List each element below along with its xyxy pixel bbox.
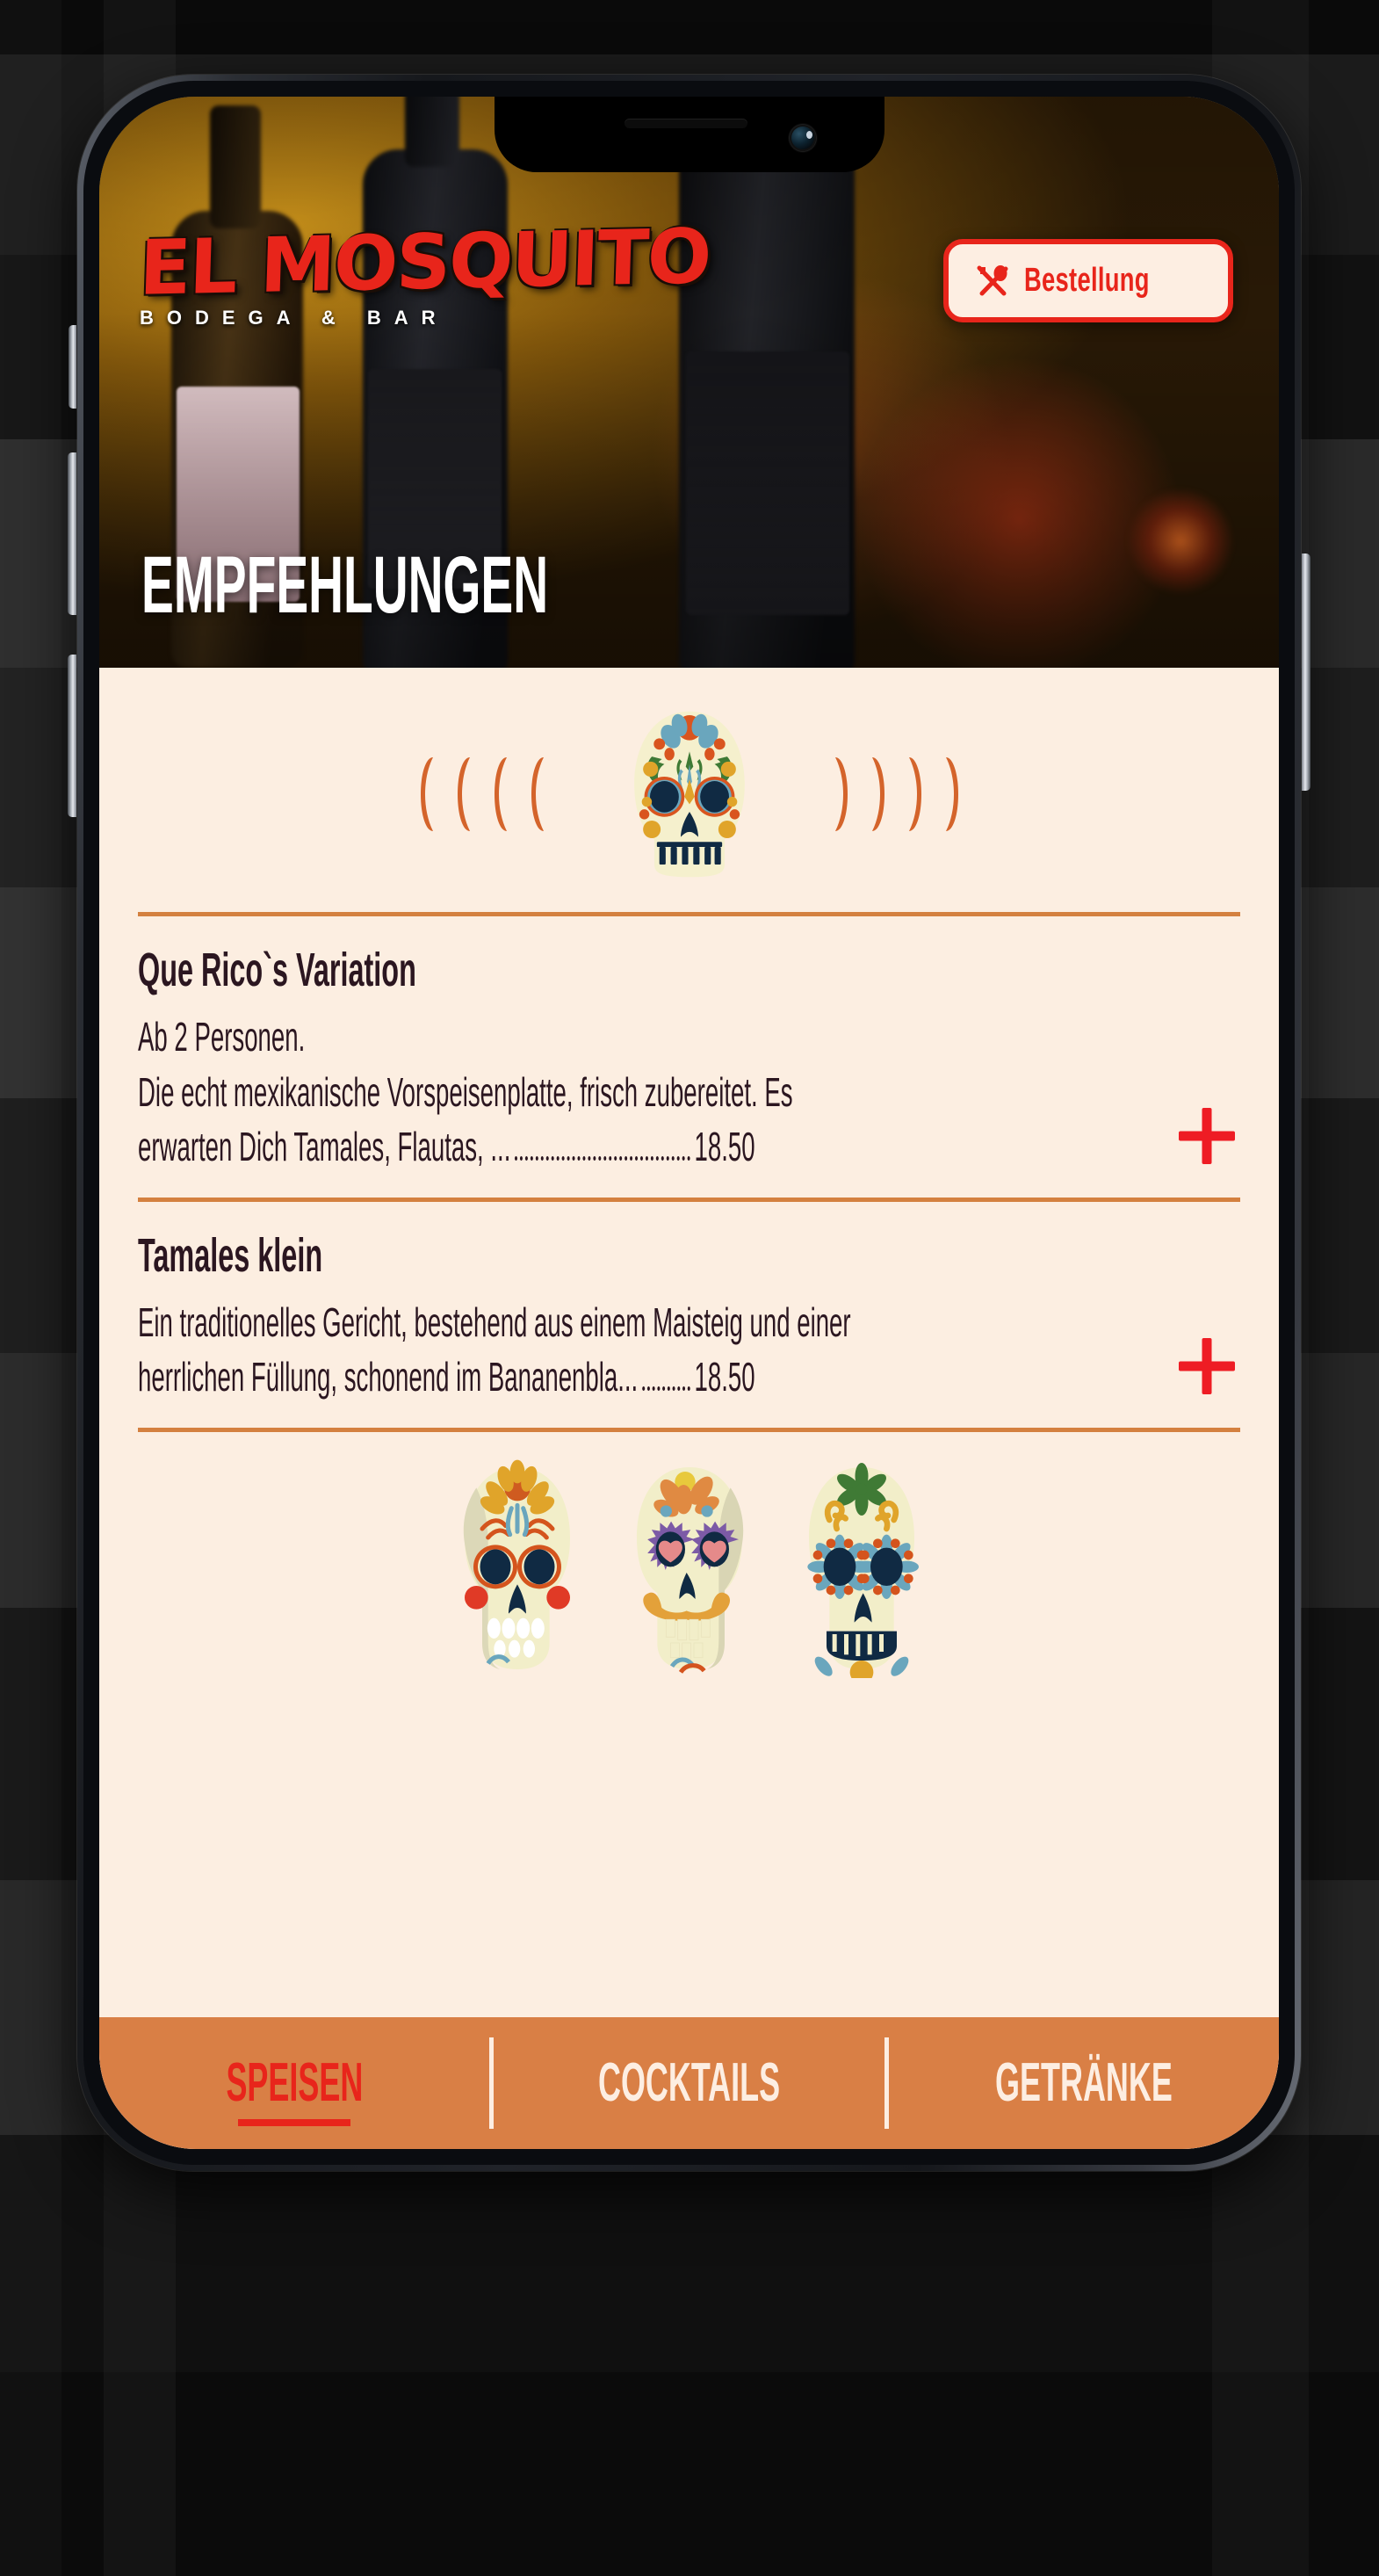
chevron-right-triple-icon <box>871 757 884 831</box>
sugar-skull-flower-icon <box>463 1459 570 1669</box>
chevron-right-triple-icon <box>834 757 848 831</box>
silent-switch-button[interactable] <box>69 325 76 409</box>
menu-item-description: Ab 2 Personen. Die echt mexikanische Vor… <box>138 1009 1166 1175</box>
leader-dots <box>515 1156 690 1161</box>
tab-speisen-label: SPEISEN <box>226 2052 364 2113</box>
chevron-left-triple-icon <box>457 757 470 831</box>
menu-item-desc-line: Ein traditionelles Gericht, bestehend au… <box>138 1299 851 1345</box>
phone-bezel: EL MOSQUITO BODEGA & BAR Bestellung EMPF… <box>83 81 1295 2165</box>
menu-item-desc-line: herrlichen Füllung, schonend im Bananenb… <box>138 1350 755 1405</box>
category-carousel <box>99 668 1279 912</box>
menu-item-price: 18.50 <box>694 1354 755 1400</box>
volume-down-button[interactable] <box>68 655 76 817</box>
menu-item-desc-tail: herrlichen Füllung, schonend im Bananenb… <box>138 1354 639 1400</box>
tab-active-indicator <box>238 2119 351 2126</box>
earpiece-speaker <box>624 119 747 128</box>
menu-item-name: Que Rico`s Variation <box>138 944 416 996</box>
menu-item-description: Ein traditionelles Gericht, bestehend au… <box>138 1295 1166 1405</box>
hero-banner: EL MOSQUITO BODEGA & BAR Bestellung EMPF… <box>99 97 1279 668</box>
chevron-left-triple-icon <box>531 757 544 831</box>
order-button-label: Bestellung <box>1023 262 1150 299</box>
menu-item[interactable]: Tamales klein Ein traditionelles Gericht… <box>99 1202 1279 1428</box>
add-item-button[interactable] <box>1173 1333 1240 1400</box>
carousel-prev-button[interactable] <box>407 754 549 835</box>
brand-logo-title: EL MOSQUITO <box>138 213 711 313</box>
bottom-tab-bar: SPEISEN COCKTAILS GETRÄNKE <box>99 2017 1279 2149</box>
carousel-next-button[interactable] <box>830 754 972 835</box>
menu-item[interactable]: Que Rico`s Variation Ab 2 Personen. Die … <box>99 916 1279 1198</box>
chevron-left-triple-icon <box>420 757 433 831</box>
order-button[interactable]: Bestellung <box>942 239 1233 322</box>
footer-skull-decoration <box>99 1432 1279 1678</box>
menu-item-name: Tamales klein <box>138 1228 323 1282</box>
brand-logo: EL MOSQUITO BODEGA & BAR <box>138 213 711 329</box>
chevron-right-triple-icon <box>945 757 958 831</box>
sugar-skull-star-icon <box>806 1462 919 1678</box>
sugar-skull-mustache-icon <box>636 1466 743 1674</box>
add-item-button[interactable] <box>1173 1103 1240 1169</box>
tab-speisen[interactable]: SPEISEN <box>99 2052 489 2126</box>
sugar-skull-icon <box>633 711 745 878</box>
volume-up-button[interactable] <box>68 452 76 615</box>
page-title: EMPFEHLUNGEN <box>141 540 549 630</box>
menu-item-desc-line: erwarten Dich Tamales, Flautas, ... 18.5… <box>138 1119 755 1175</box>
menu-item-price: 18.50 <box>694 1124 755 1170</box>
power-button[interactable] <box>1302 554 1310 791</box>
tab-cocktails[interactable]: COCKTAILS <box>494 2056 884 2110</box>
chevron-right-triple-icon <box>908 757 921 831</box>
phone-screen: EL MOSQUITO BODEGA & BAR Bestellung EMPF… <box>99 97 1279 2149</box>
device-notch <box>494 97 884 172</box>
tab-getraenke-label: GETRÄNKE <box>994 2052 1173 2113</box>
phone-device-frame: EL MOSQUITO BODEGA & BAR Bestellung EMPF… <box>68 75 1310 2171</box>
menu-item-desc-line: Die echt mexikanische Vorspeisenplatte, … <box>138 1068 793 1115</box>
menu-item-desc-line: Ab 2 Personen. <box>138 1014 306 1060</box>
chevron-left-triple-icon <box>494 757 507 831</box>
cutlery-cross-icon <box>977 264 1008 295</box>
menu-content: Que Rico`s Variation Ab 2 Personen. Die … <box>99 668 1279 2149</box>
menu-item-desc-tail: erwarten Dich Tamales, Flautas, ... <box>138 1124 511 1170</box>
leader-dots <box>642 1386 690 1392</box>
tab-cocktails-label: COCKTAILS <box>597 2052 781 2113</box>
front-camera-icon <box>789 125 816 151</box>
tab-getraenke[interactable]: GETRÄNKE <box>889 2056 1279 2110</box>
